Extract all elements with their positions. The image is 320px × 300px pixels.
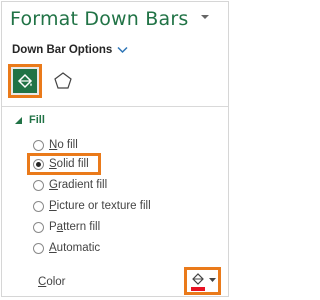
radio-gradient-fill[interactable]: Gradient fill <box>33 179 107 191</box>
fill-section-header[interactable]: Fill <box>15 114 45 126</box>
radio-label: Gradient fill <box>49 179 108 191</box>
radio-automatic[interactable]: Automatic <box>33 242 100 254</box>
radio-button[interactable] <box>33 139 44 151</box>
tab-separator <box>2 106 228 107</box>
radio-label: Picture or texture fill <box>49 200 151 212</box>
radio-button[interactable] <box>33 221 44 233</box>
radio-label: Solid fill <box>49 158 89 170</box>
radio-button[interactable] <box>33 179 44 191</box>
radio-label: Automatic <box>49 242 101 254</box>
format-pane: Format Down Bars Down Bar Options Fill N… <box>1 1 229 297</box>
chevron-down-icon <box>117 46 128 54</box>
tab-fill-and-line[interactable] <box>8 64 42 98</box>
fill-section-label: Fill <box>29 114 45 126</box>
down-bar-options-dropdown[interactable]: Down Bar Options <box>12 44 128 56</box>
radio-picture-or-texture-fill[interactable]: Picture or texture fill <box>33 200 151 212</box>
pentagon-icon <box>54 72 72 89</box>
color-label: Color <box>38 276 66 288</box>
radio-no-fill[interactable]: No fill <box>33 139 78 151</box>
radio-label: Pattern fill <box>49 221 101 233</box>
radio-button[interactable] <box>33 200 44 212</box>
color-swatch <box>191 287 205 291</box>
pane-title: Format Down Bars <box>10 8 189 30</box>
paint-bucket-icon <box>192 273 204 285</box>
pane-options-dropdown-icon[interactable] <box>198 11 212 23</box>
paint-bucket-icon <box>17 73 33 89</box>
chevron-down-icon <box>209 278 216 282</box>
radio-solid-fill[interactable]: Solid fill <box>33 158 89 170</box>
radio-button-selected[interactable] <box>33 158 44 170</box>
collapse-triangle-icon <box>15 116 22 124</box>
radio-label: No fill <box>49 139 78 151</box>
down-bar-options-label: Down Bar Options <box>12 44 113 56</box>
radio-pattern-fill[interactable]: Pattern fill <box>33 221 100 233</box>
radio-button[interactable] <box>33 242 44 254</box>
tab-effects[interactable] <box>46 64 80 98</box>
fill-color-picker-button[interactable] <box>184 267 221 295</box>
